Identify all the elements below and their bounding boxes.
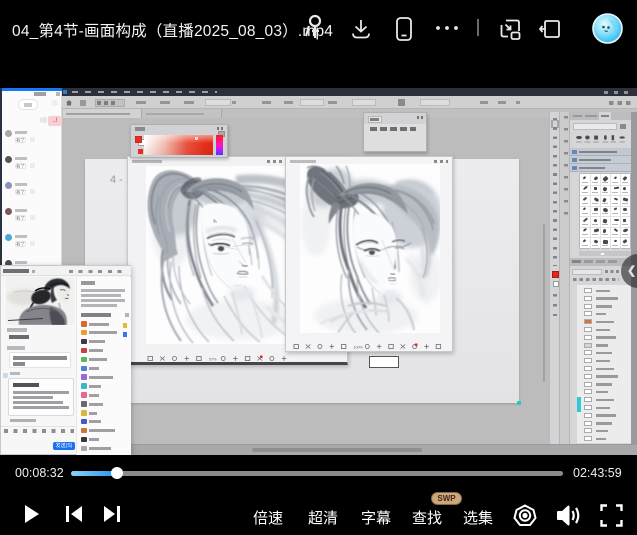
svg-text:100%: 100% [353, 346, 363, 350]
svg-text:57%: 57% [209, 358, 217, 362]
